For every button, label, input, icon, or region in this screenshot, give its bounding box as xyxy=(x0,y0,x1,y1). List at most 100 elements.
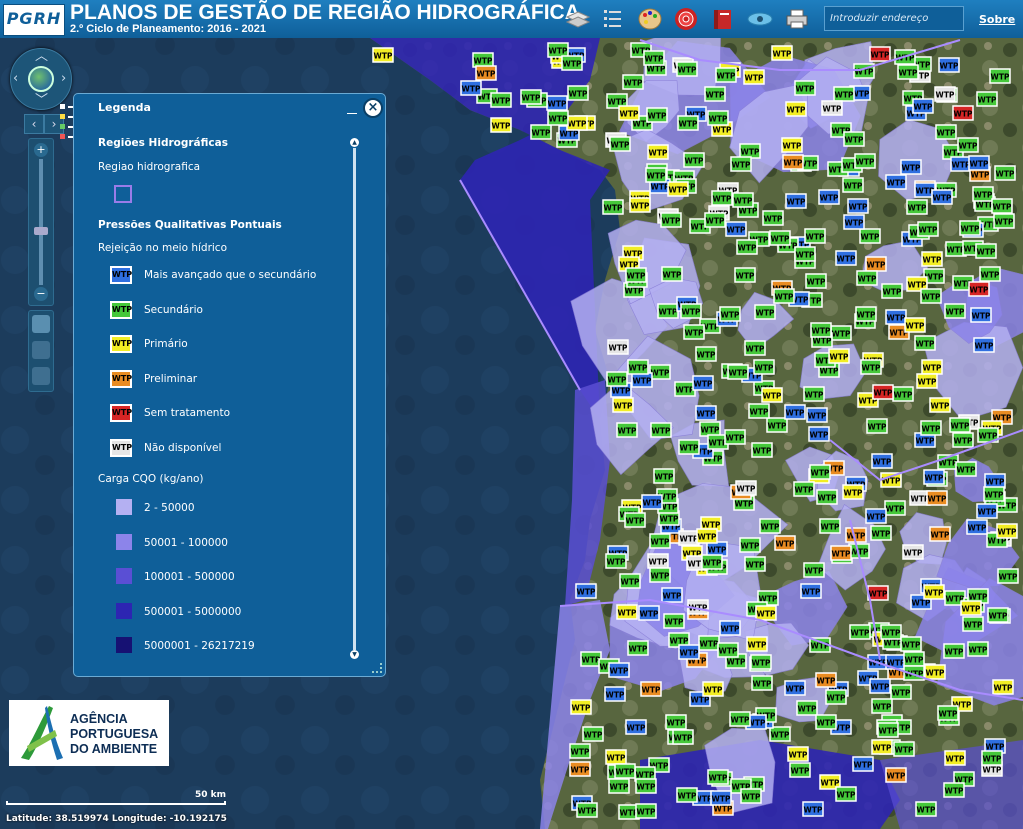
wtp-marker[interactable]: WTP xyxy=(678,644,700,660)
wtp-marker[interactable]: WTP xyxy=(952,432,974,448)
wtp-marker[interactable]: WTP xyxy=(530,124,552,140)
wtp-marker[interactable]: WTP xyxy=(774,535,796,551)
wtp-marker[interactable]: WTP xyxy=(997,568,1019,584)
wtp-marker[interactable]: WTP xyxy=(957,137,979,153)
wtp-marker[interactable]: WTP xyxy=(744,556,766,572)
wtp-marker[interactable]: WTP xyxy=(677,115,699,131)
wtp-marker[interactable]: WTP xyxy=(707,769,729,785)
wtp-marker[interactable]: WTP xyxy=(743,69,765,85)
wtp-marker[interactable]: WTP xyxy=(683,324,705,340)
wtp-marker[interactable]: WTP xyxy=(955,461,977,477)
pan-hand-icon[interactable] xyxy=(32,315,50,333)
target-button[interactable] xyxy=(673,6,699,32)
wtp-marker[interactable]: WTP xyxy=(900,636,922,652)
wtp-marker[interactable]: WTP xyxy=(699,421,721,437)
wtp-marker[interactable]: WTP xyxy=(808,426,830,442)
wtp-marker[interactable]: WTP xyxy=(976,91,998,107)
wtp-marker[interactable]: WTP xyxy=(818,189,840,205)
wtp-marker[interactable]: WTP xyxy=(680,303,702,319)
wtp-marker[interactable]: WTP xyxy=(906,199,928,215)
wtp-marker[interactable]: WTP xyxy=(842,484,864,500)
wtp-marker[interactable]: WTP xyxy=(619,573,641,589)
wtp-marker[interactable]: WTP xyxy=(885,174,907,190)
wtp-marker[interactable]: WTP xyxy=(759,518,781,534)
wtp-marker[interactable]: WTP xyxy=(754,304,776,320)
wtp-marker[interactable]: WTP xyxy=(649,533,671,549)
wtp-marker[interactable]: WTP xyxy=(744,340,766,356)
wtp-marker[interactable]: WTP xyxy=(676,787,698,803)
wtp-marker[interactable]: WTP xyxy=(787,746,809,762)
wtp-marker[interactable]: WTP xyxy=(746,636,768,652)
wtp-marker[interactable]: WTP xyxy=(920,420,942,436)
wtp-marker[interactable]: WTP xyxy=(916,373,938,389)
wtp-marker[interactable]: WTP xyxy=(631,372,653,388)
wtp-marker[interactable]: WTP xyxy=(794,80,816,96)
wtp-marker[interactable]: WTP xyxy=(711,190,733,206)
wtp-marker[interactable]: WTP xyxy=(734,267,756,283)
wtp-marker[interactable]: WTP xyxy=(950,156,972,172)
wtp-marker[interactable]: WTP xyxy=(616,422,638,438)
wtp-marker[interactable]: WTP xyxy=(966,519,988,535)
wtp-marker[interactable]: WTP xyxy=(931,189,953,205)
wtp-marker[interactable]: WTP xyxy=(819,518,841,534)
wtp-marker[interactable]: WTP xyxy=(849,624,871,640)
wtp-marker[interactable]: WTP xyxy=(810,322,832,338)
wtp-marker[interactable]: WTP xyxy=(719,306,741,322)
wtp-marker[interactable]: WTP xyxy=(926,490,948,506)
wtp-marker[interactable]: WTP xyxy=(629,197,651,213)
wtp-marker[interactable]: WTP xyxy=(884,500,906,516)
wtp-marker[interactable]: WTP xyxy=(736,239,758,255)
pan-up-icon[interactable]: ︿ xyxy=(35,50,48,63)
wtp-marker[interactable]: WTP xyxy=(638,605,660,621)
wtp-marker[interactable]: WTP xyxy=(616,604,638,620)
wtp-marker[interactable]: WTP xyxy=(976,503,998,519)
wtp-marker[interactable]: WTP xyxy=(872,384,894,400)
wtp-marker[interactable]: WTP xyxy=(612,397,634,413)
wtp-marker[interactable]: WTP xyxy=(821,100,843,116)
wtp-marker[interactable]: WTP xyxy=(871,453,893,469)
zoom-in-tool-icon[interactable] xyxy=(32,341,50,359)
wtp-marker[interactable]: WTP xyxy=(660,212,682,228)
wtp-marker[interactable]: WTP xyxy=(751,675,773,691)
globe-icon[interactable] xyxy=(28,66,54,92)
wtp-marker[interactable]: WTP xyxy=(678,439,700,455)
wtp-marker[interactable]: WTP xyxy=(490,117,512,133)
wtp-marker[interactable]: WTP xyxy=(625,719,647,735)
wtp-marker[interactable]: WTP xyxy=(732,192,754,208)
wtp-marker[interactable]: WTP xyxy=(870,525,892,541)
pan-down-icon[interactable]: ﹀ xyxy=(35,94,48,107)
wtp-marker[interactable]: WTP xyxy=(696,528,718,544)
wtp-marker[interactable]: WTP xyxy=(877,722,899,738)
wtp-marker[interactable]: WTP xyxy=(672,729,694,745)
wtp-marker[interactable]: WTP xyxy=(614,763,636,779)
address-search-input[interactable] xyxy=(824,6,964,31)
wtp-marker[interactable]: WTP xyxy=(903,651,925,667)
wtp-marker[interactable]: WTP xyxy=(665,714,687,730)
wtp-marker[interactable]: WTP xyxy=(843,214,865,230)
wtp-marker[interactable]: WTP xyxy=(803,562,825,578)
wtp-marker[interactable]: WTP xyxy=(769,726,791,742)
wtp-marker[interactable]: WTP xyxy=(785,101,807,117)
wtp-marker[interactable]: WTP xyxy=(520,89,542,105)
close-button[interactable]: × xyxy=(363,98,383,118)
wtp-marker[interactable]: WTP xyxy=(607,339,629,355)
wtp-marker[interactable]: WTP xyxy=(740,788,762,804)
wtp-marker[interactable]: WTP xyxy=(880,624,902,640)
wtp-marker[interactable]: WTP xyxy=(904,317,926,333)
wtp-marker[interactable]: WTP xyxy=(968,155,990,171)
wtp-marker[interactable]: WTP xyxy=(871,739,893,755)
wtp-marker[interactable]: WTP xyxy=(921,359,943,375)
wtp-marker[interactable]: WTP xyxy=(855,306,877,322)
wtp-marker[interactable]: WTP xyxy=(869,46,891,62)
wtp-marker[interactable]: WTP xyxy=(622,74,644,90)
wtp-marker[interactable]: WTP xyxy=(640,681,662,697)
wtp-marker[interactable]: WTP xyxy=(372,47,394,63)
wtp-marker[interactable]: WTP xyxy=(944,303,966,319)
wtp-marker[interactable]: WTP xyxy=(663,613,685,629)
wtp-marker[interactable]: WTP xyxy=(784,404,806,420)
wtp-marker[interactable]: WTP xyxy=(727,364,749,380)
wtp-marker[interactable]: WTP xyxy=(929,526,951,542)
wtp-marker[interactable]: WTP xyxy=(967,641,989,657)
wtp-marker[interactable]: WTP xyxy=(625,267,647,283)
wtp-marker[interactable]: WTP xyxy=(815,672,837,688)
